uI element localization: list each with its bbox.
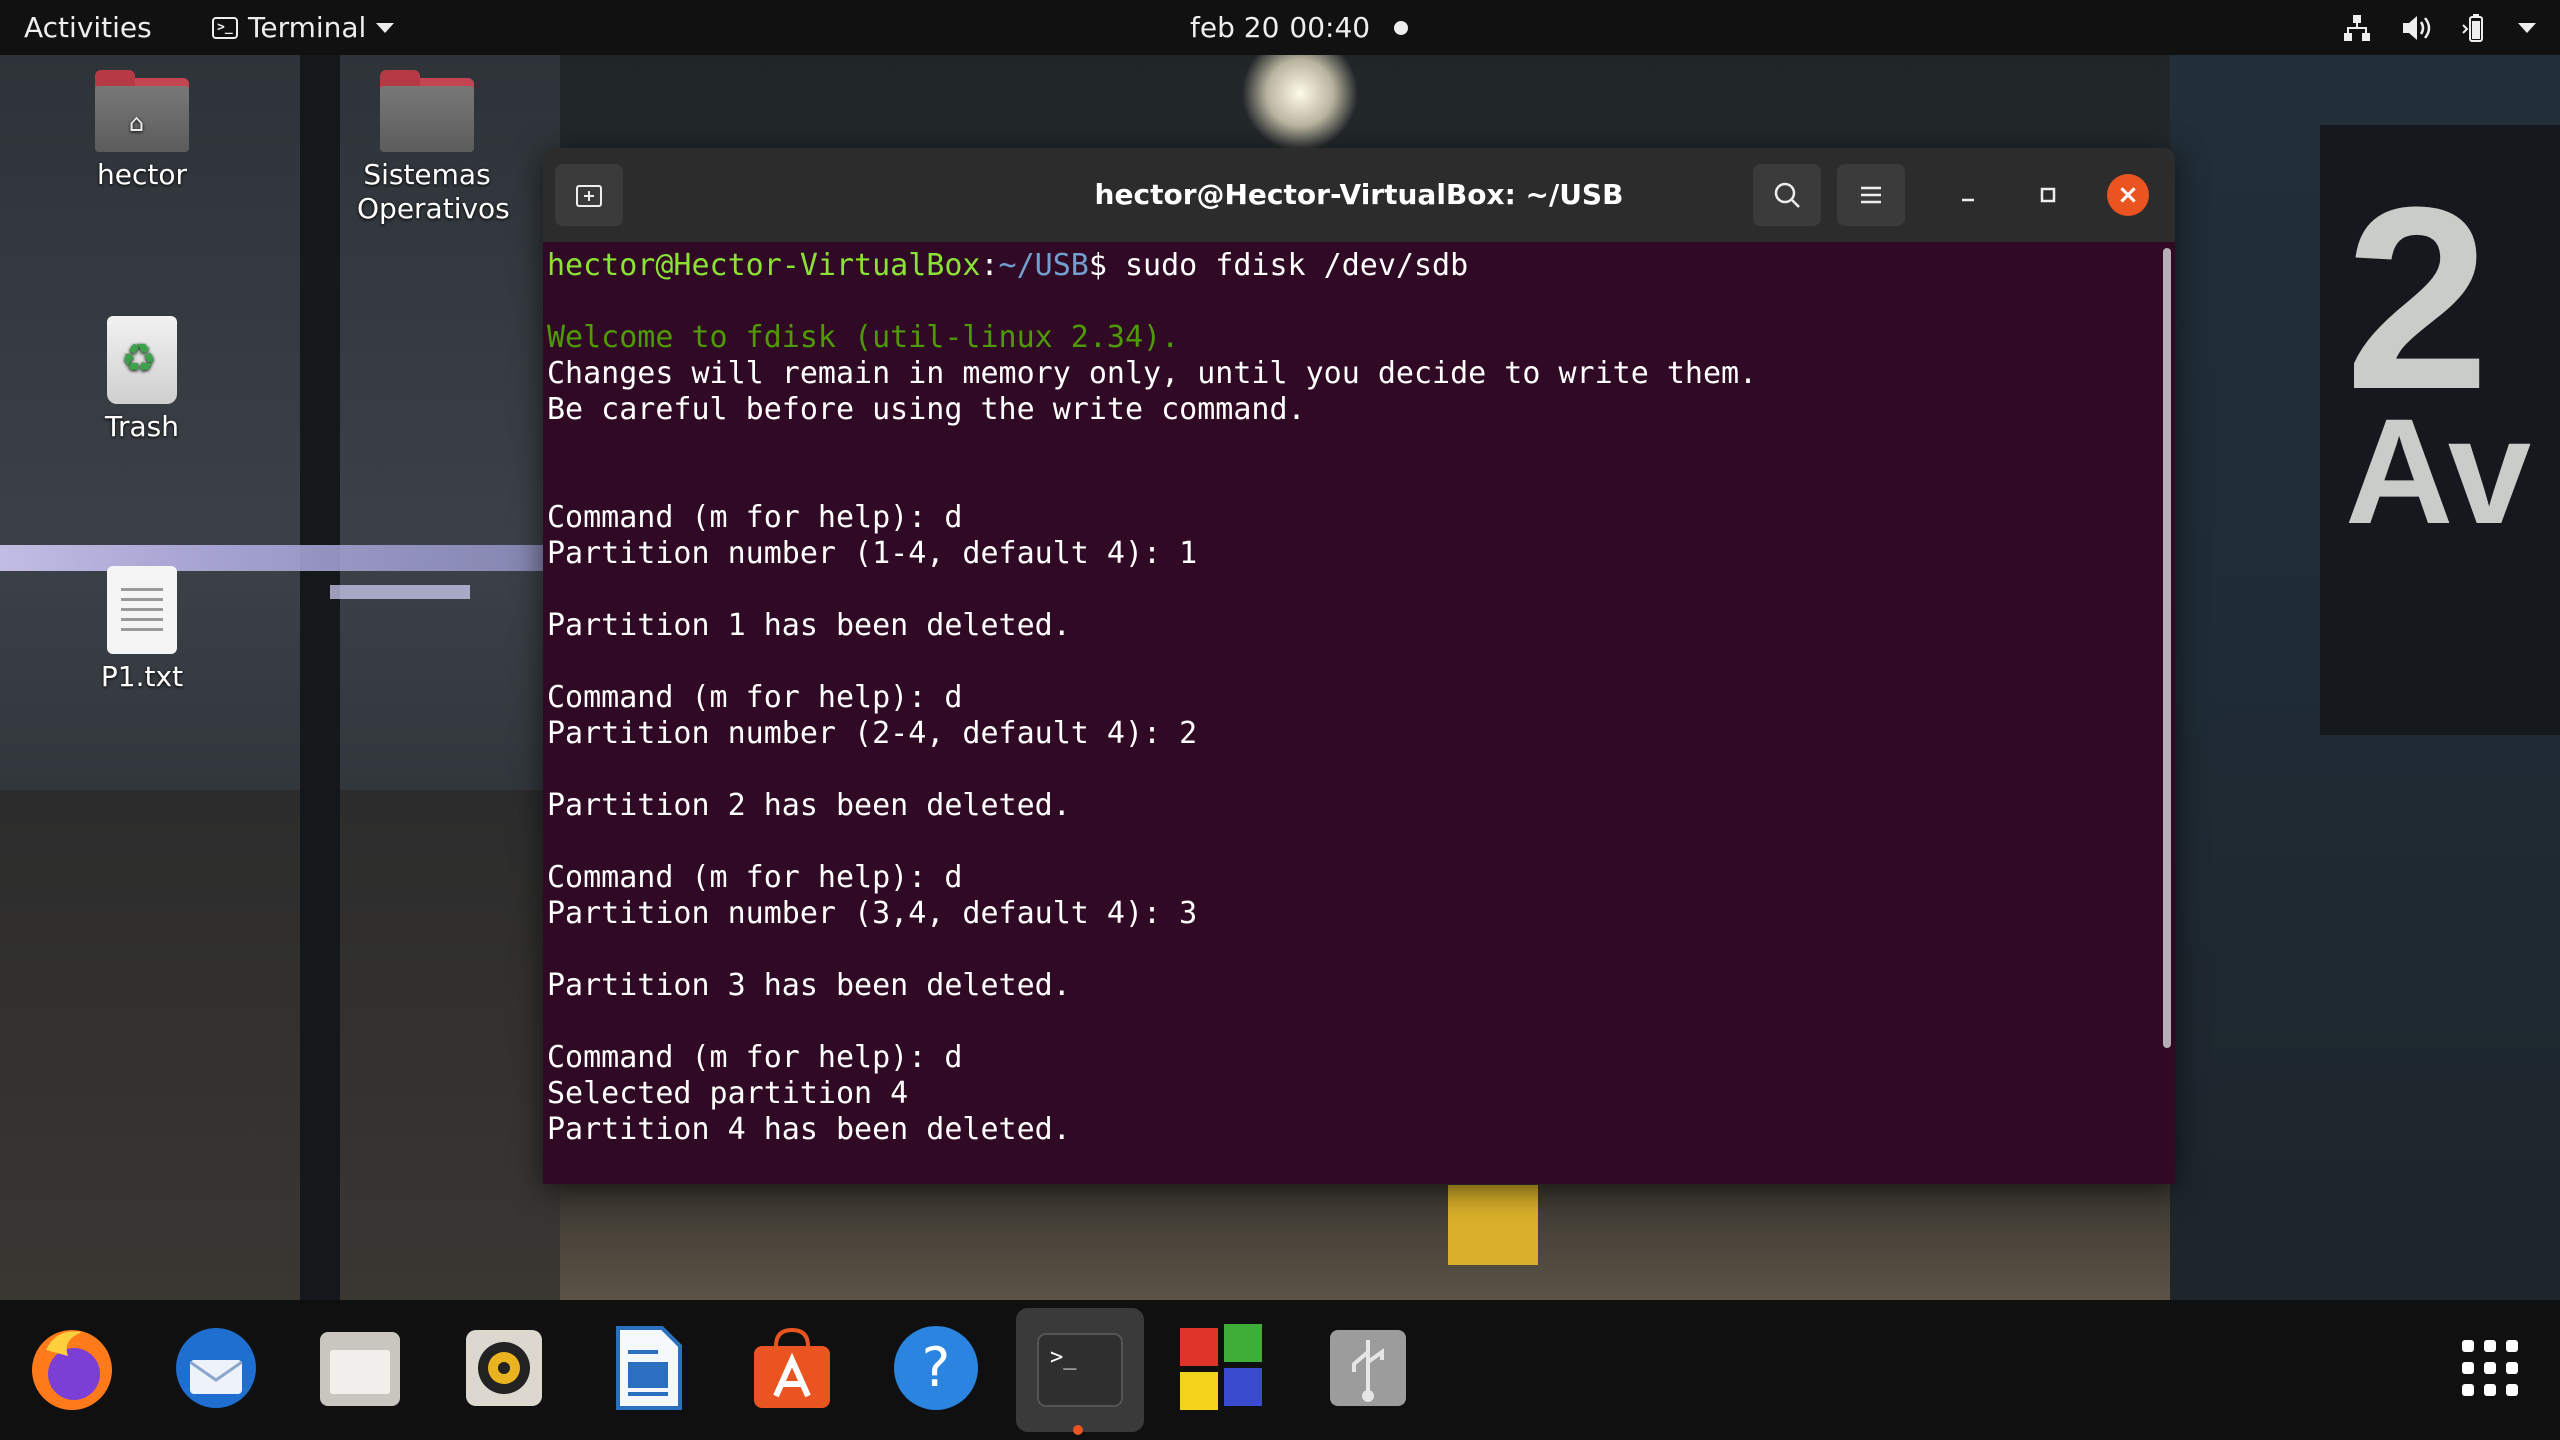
- menu-button[interactable]: [1837, 164, 1905, 226]
- text-file-icon: [107, 566, 177, 654]
- volume-icon: [2403, 15, 2431, 40]
- prompt-path: ~/USB: [998, 248, 1089, 283]
- output-line: Partition 1 has been deleted.: [547, 608, 1071, 643]
- wallpaper-sign-text: Av: [2345, 387, 2532, 555]
- terminal-headerbar[interactable]: hector@Hector-VirtualBox: ~/USB ×: [543, 148, 2175, 242]
- dock-ubuntu-software[interactable]: [742, 1318, 842, 1418]
- close-button[interactable]: ×: [2107, 174, 2149, 216]
- terminal-body[interactable]: hector@Hector-VirtualBox:~/USB$ sudo fdi…: [543, 242, 2175, 1184]
- dock-files[interactable]: [310, 1318, 410, 1418]
- hamburger-menu-icon: [1861, 186, 1881, 204]
- ubuntu-software-icon: [754, 1327, 830, 1408]
- clock[interactable]: feb 20 00:40: [1190, 0, 1409, 55]
- desktop-icon-label: hector: [97, 158, 187, 191]
- notification-dot-icon: [1394, 20, 1409, 35]
- new-tab-button[interactable]: [555, 164, 623, 226]
- usb-icon: [1330, 1330, 1406, 1406]
- new-tab-icon: [576, 185, 602, 207]
- top-bar: Activities >_ Terminal feb 20 00:40: [0, 0, 2560, 55]
- network-icon: [2344, 14, 2370, 41]
- minimize-button[interactable]: [1947, 174, 1989, 216]
- battery-icon: [2462, 13, 2483, 42]
- desktop-icon-label: Sistemas Operativos: [357, 158, 510, 225]
- clock-time: 00:40: [1289, 11, 1371, 44]
- maximize-icon: [2040, 187, 2056, 203]
- prompt-separator: :: [980, 248, 999, 283]
- trash-icon: ♻: [107, 316, 177, 404]
- chevron-down-icon: [376, 22, 395, 33]
- dock-libreoffice-writer[interactable]: [598, 1318, 698, 1418]
- output-line: Command (m for help): d: [547, 1040, 963, 1075]
- wallpaper-yellow-box: [1448, 1185, 1538, 1265]
- dock-rhythmbox[interactable]: [454, 1318, 554, 1418]
- terminal-icon: >_: [1037, 1333, 1123, 1407]
- close-icon: ×: [2117, 180, 2139, 210]
- dock-terminal[interactable]: >_: [1016, 1308, 1144, 1432]
- app-menu-label: Terminal: [248, 11, 367, 44]
- output-line: Partition number (2-4, default 4): 2: [547, 716, 1198, 751]
- dock-usb[interactable]: [1318, 1318, 1418, 1418]
- terminal-output[interactable]: hector@Hector-VirtualBox:~/USB$ sudo fdi…: [547, 248, 1757, 1148]
- output-line: Partition 2 has been deleted.: [547, 788, 1071, 823]
- wallpaper-platform: [0, 790, 560, 1300]
- libreoffice-writer-icon: [616, 1326, 682, 1410]
- wallpaper-pillar: [300, 55, 340, 1305]
- maximize-button[interactable]: [2027, 174, 2069, 216]
- thunderbird-icon: [176, 1328, 256, 1408]
- wallpaper-floor: [560, 1180, 2170, 1300]
- files-icon: [320, 1332, 400, 1406]
- clock-date: feb 20: [1190, 11, 1280, 44]
- desktop-icon-label: P1.txt: [100, 660, 184, 693]
- output-line: Selected partition 4: [547, 1076, 909, 1111]
- activities-button[interactable]: Activities: [24, 0, 152, 55]
- terminal-window[interactable]: hector@Hector-VirtualBox: ~/USB × hector…: [543, 148, 2175, 1184]
- prompt-command: sudo fdisk /dev/sdb: [1124, 248, 1469, 283]
- svg-text:?: ?: [922, 1336, 951, 1399]
- terminal-app-icon: >_: [212, 16, 238, 39]
- home-folder-icon: ⌂: [95, 70, 189, 152]
- firefox-icon: [32, 1330, 112, 1410]
- svg-text:>_: >_: [1050, 1345, 1077, 1370]
- desktop-icon-trash[interactable]: ♻ Trash: [52, 316, 232, 444]
- rhythmbox-icon: [466, 1330, 542, 1406]
- folder-icon: [380, 70, 474, 152]
- dock-windows[interactable]: [1172, 1318, 1272, 1418]
- running-indicator: [1073, 1425, 1083, 1435]
- desktop-icon-p1-txt[interactable]: P1.txt: [52, 566, 232, 694]
- dock-thunderbird[interactable]: [166, 1318, 266, 1418]
- prompt-end: $: [1088, 248, 1125, 283]
- desktop-icon-sistemas-operativos[interactable]: Sistemas Operativos: [337, 70, 517, 226]
- desktop-icon-label: Trash: [105, 410, 179, 443]
- dock-firefox[interactable]: [22, 1318, 122, 1418]
- output-line: Changes will remain in memory only, unti…: [547, 356, 1758, 391]
- output-line: Partition number (3,4, default 4): 3: [547, 896, 1198, 931]
- system-menu-arrow-icon: [2518, 22, 2536, 33]
- show-applications-icon: [2462, 1340, 2518, 1396]
- output-line: Command (m for help): d: [547, 680, 963, 715]
- wallpaper-light-strip: [330, 585, 470, 599]
- window-title: hector@Hector-VirtualBox: ~/USB: [1094, 178, 1624, 211]
- output-line: Command (m for help): d: [547, 500, 963, 535]
- search-icon: [1774, 182, 1800, 208]
- output-line: Partition 4 has been deleted.: [547, 1112, 1071, 1147]
- windows-icon: [1180, 1324, 1262, 1410]
- output-line: Welcome to fdisk (util-linux 2.34).: [547, 320, 1180, 355]
- show-applications-button[interactable]: [2440, 1318, 2540, 1418]
- dock-help[interactable]: ?: [886, 1318, 986, 1418]
- system-tray[interactable]: [2342, 0, 2536, 55]
- terminal-scrollbar[interactable]: [2163, 248, 2171, 1048]
- help-icon: ?: [894, 1326, 978, 1410]
- desktop-icon-home[interactable]: ⌂ hector: [52, 70, 232, 192]
- output-line: Partition 3 has been deleted.: [547, 968, 1071, 1003]
- output-line: Be careful before using the write comman…: [547, 392, 1306, 427]
- prompt-user: hector@Hector-VirtualBox: [547, 248, 981, 283]
- output-line: Command (m for help): d: [547, 860, 963, 895]
- dock: ? >_: [0, 1300, 2560, 1440]
- app-menu[interactable]: >_ Terminal: [212, 0, 395, 55]
- minimize-icon: [1962, 198, 1974, 202]
- search-button[interactable]: [1753, 164, 1821, 226]
- wallpaper-lamp: [1240, 55, 1360, 150]
- output-line: Partition number (1-4, default 4): 1: [547, 536, 1198, 571]
